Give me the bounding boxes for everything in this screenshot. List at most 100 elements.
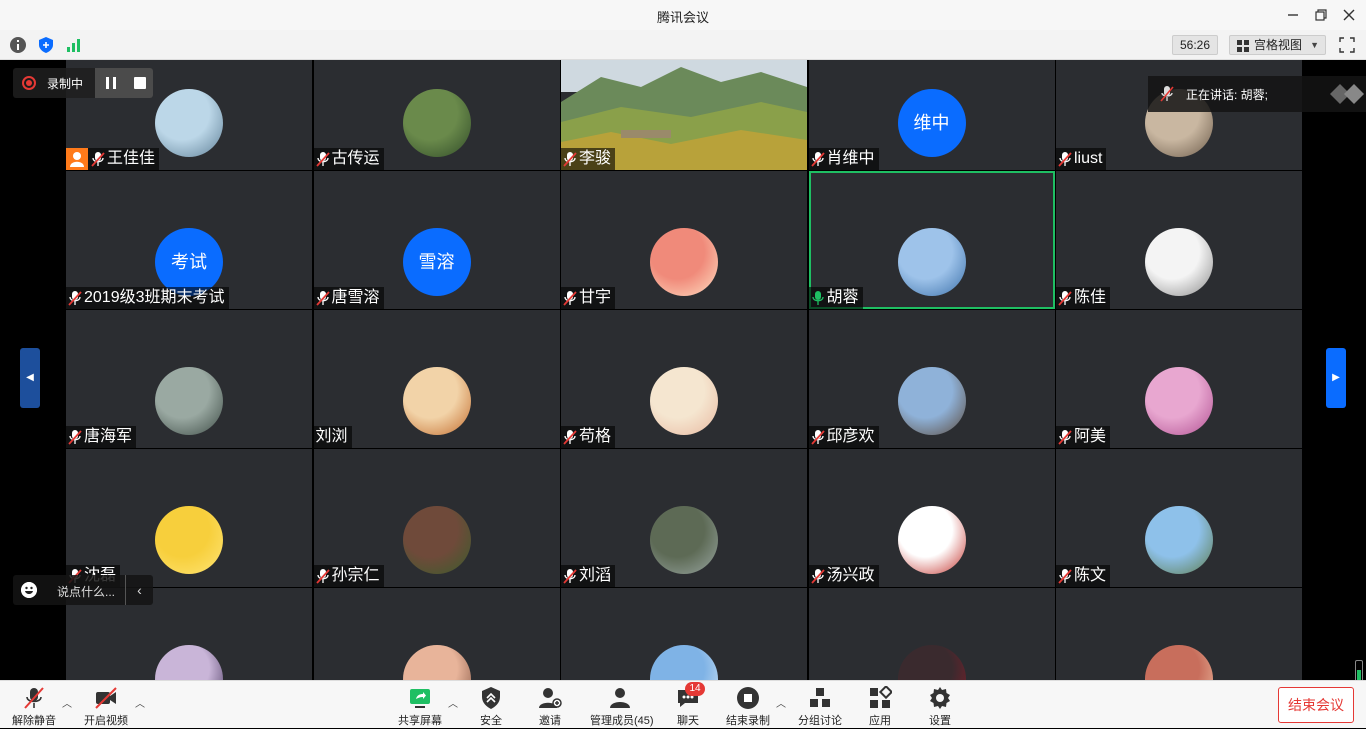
chevron-up-icon[interactable]: ︿ <box>135 695 145 710</box>
avatar <box>402 367 471 435</box>
participant-name-tag: 唐海军 <box>66 426 137 448</box>
end-recording-button[interactable]: 结束录制 <box>726 681 770 729</box>
avatar <box>650 645 718 680</box>
signal-icon[interactable] <box>65 36 83 54</box>
security-button[interactable]: 安全 <box>471 681 511 729</box>
logo-mark-icon <box>1330 84 1364 104</box>
participant-tile[interactable] <box>1056 588 1302 680</box>
chevron-up-icon[interactable]: ︿ <box>62 695 72 710</box>
unmute-button[interactable]: 解除静音 <box>12 681 56 729</box>
video-off-icon <box>95 687 117 709</box>
participant-tile[interactable]: 甘宇 <box>561 171 807 309</box>
participant-name: 刘浏 <box>315 428 348 445</box>
shield-icon[interactable] <box>37 36 55 54</box>
start-video-button[interactable]: 开启视频 <box>84 681 128 729</box>
participant-tile[interactable] <box>313 588 560 680</box>
participant-name: 陈文 <box>1074 567 1107 584</box>
speaking-indicator: 正在讲话: 胡蓉; <box>1148 76 1366 112</box>
settings-button[interactable]: 设置 <box>920 681 960 729</box>
avatar: 维中 <box>897 89 966 157</box>
pause-icon[interactable] <box>105 77 117 89</box>
share-screen-button[interactable]: 共享屏幕 <box>398 681 442 729</box>
participant-tile[interactable]: 刘滔 <box>561 449 807 587</box>
start-video-label: 开启视频 <box>84 715 128 727</box>
chevron-left-icon[interactable]: ‹ <box>125 575 153 605</box>
participant-tile[interactable]: 刘浏 <box>313 310 560 448</box>
participant-name: 孙宗仁 <box>331 567 380 584</box>
participant-tile[interactable]: 考试 2019级3班期末考试 <box>66 171 312 309</box>
info-icon[interactable] <box>9 36 27 54</box>
invite-button[interactable]: 邀请 <box>530 681 570 729</box>
stop-record-icon <box>737 687 759 709</box>
muted-mic-icon <box>24 687 44 709</box>
chat-placeholder: 说点什么... <box>57 585 116 599</box>
participant-tile[interactable]: 苟格 <box>561 310 807 448</box>
chat-quick-input[interactable]: 说点什么... ‹ <box>13 575 153 605</box>
fullscreen-icon[interactable] <box>1338 36 1356 54</box>
avatar <box>897 228 966 296</box>
muted-mic-icon <box>1058 290 1072 306</box>
shield-icon <box>482 687 500 709</box>
next-page-button[interactable]: ▶ <box>1326 348 1346 408</box>
participant-tile[interactable]: 沈磊 <box>66 449 312 587</box>
chevron-up-icon[interactable]: ︿ <box>776 695 786 710</box>
participant-tile[interactable]: 陈佳 <box>1056 171 1302 309</box>
avatar <box>650 367 718 435</box>
status-bar: 56:26 宫格视图 ▼ <box>0 30 1366 60</box>
meeting-timer: 56:26 <box>1172 35 1218 55</box>
muted-mic-icon <box>563 151 577 167</box>
restore-icon[interactable] <box>1312 6 1330 24</box>
participant-name: 刘滔 <box>579 567 612 584</box>
muted-mic-icon <box>810 568 825 584</box>
participant-tile[interactable]: 邱彦欢 <box>808 310 1055 448</box>
invite-label: 邀请 <box>539 715 561 727</box>
participant-tile[interactable]: 雪溶 唐雪溶 <box>313 171 560 309</box>
video-area: 王佳佳 古传运 李骏 维中 肖维中 liust 考试 2019级3班期末考试 雪溶 唐雪溶 甘宇 胡蓉… <box>0 60 1366 680</box>
participant-name-tag: 陈文 <box>1056 565 1111 587</box>
recording-panel: 录制中 <box>13 68 153 98</box>
participant-tile[interactable] <box>561 588 807 680</box>
participant-tile[interactable]: 胡蓉 <box>808 171 1055 309</box>
participant-tile[interactable]: 阿美 <box>1056 310 1302 448</box>
participant-name-tag: 孙宗仁 <box>313 565 384 587</box>
participant-tile[interactable]: 维中 肖维中 <box>808 60 1055 170</box>
prev-page-button[interactable]: ◀ <box>20 348 40 408</box>
apps-button[interactable]: 应用 <box>860 681 900 729</box>
close-icon[interactable] <box>1340 6 1358 24</box>
gear-icon <box>930 687 950 709</box>
emoji-icon[interactable] <box>21 582 37 598</box>
avatar <box>402 506 471 574</box>
security-label: 安全 <box>480 715 502 727</box>
participant-name: 2019级3班期末考试 <box>84 289 225 306</box>
avatar <box>897 645 966 680</box>
participant-name-tag: 胡蓉 <box>808 287 863 309</box>
participant-name-tag: 2019级3班期末考试 <box>66 287 229 309</box>
view-mode-dropdown[interactable]: 宫格视图 ▼ <box>1229 35 1326 55</box>
participant-tile[interactable] <box>808 588 1055 680</box>
avatar <box>155 89 223 157</box>
avatar <box>650 228 718 296</box>
apps-icon <box>870 686 892 708</box>
view-mode-label: 宫格视图 <box>1254 38 1303 52</box>
participant-tile[interactable]: 汤兴政 <box>808 449 1055 587</box>
participant-name-tag: 甘宇 <box>561 287 616 309</box>
participant-tile[interactable]: 古传运 <box>313 60 560 170</box>
participant-tile[interactable]: 李骏 <box>561 60 807 170</box>
breakout-button[interactable]: 分组讨论 <box>798 681 842 729</box>
muted-mic-icon <box>1058 568 1072 584</box>
chevron-up-icon[interactable]: ︿ <box>448 695 458 710</box>
end-meeting-button[interactable]: 结束会议 <box>1278 687 1354 723</box>
minimize-icon[interactable] <box>1284 6 1302 24</box>
participant-name-tag: 刘滔 <box>561 565 616 587</box>
manage-members-button[interactable]: 管理成员(45) <box>590 681 654 729</box>
participant-name-tag: 苟格 <box>561 426 616 448</box>
muted-mic-icon <box>810 151 825 167</box>
mic-icon <box>811 290 825 306</box>
avatar <box>897 367 966 435</box>
participant-name: 甘宇 <box>579 289 612 306</box>
stop-icon[interactable] <box>134 77 146 89</box>
participant-tile[interactable]: 唐海军 <box>66 310 312 448</box>
participant-tile[interactable]: 孙宗仁 <box>313 449 560 587</box>
participant-name: 苟格 <box>579 428 612 445</box>
participant-tile[interactable]: 陈文 <box>1056 449 1302 587</box>
